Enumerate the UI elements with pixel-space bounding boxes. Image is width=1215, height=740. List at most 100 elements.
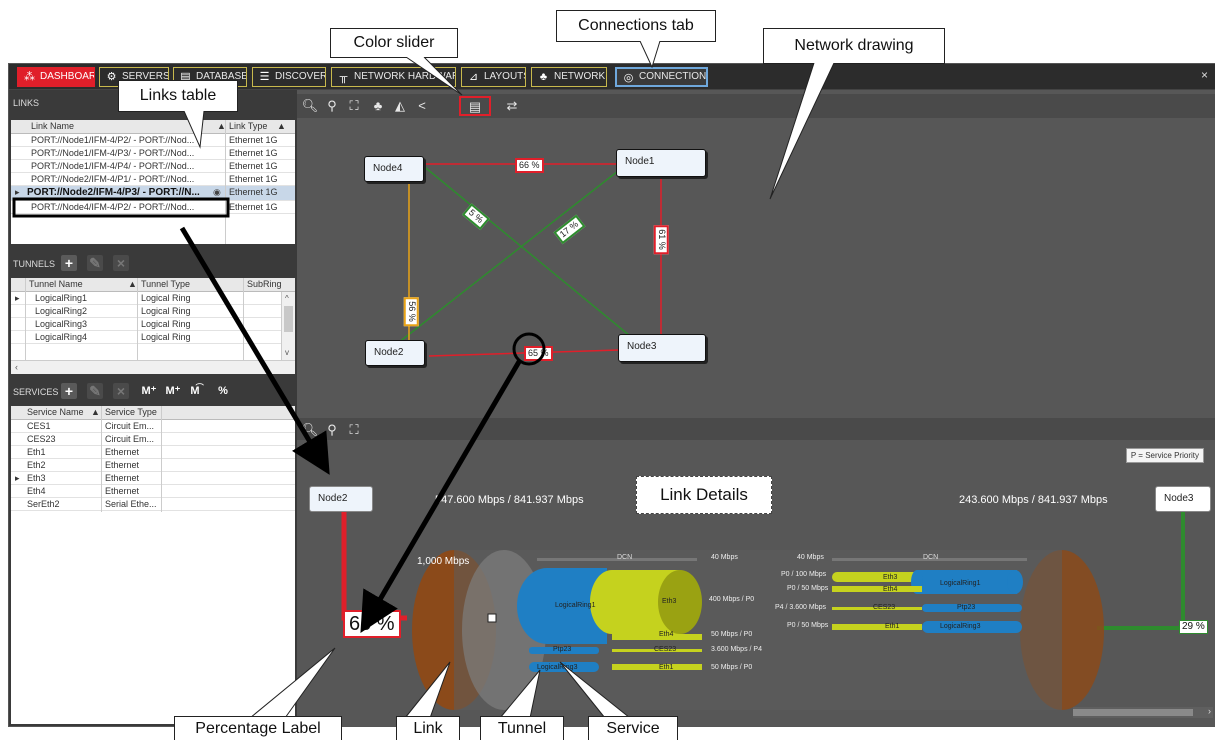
connect-icon[interactable]: ⇄ (503, 97, 521, 115)
callout-color-slider: Color slider (330, 28, 458, 58)
service-rate: P0 / 50 Mbps (787, 622, 829, 629)
col-link-name[interactable]: Link Name (31, 121, 74, 131)
table-row[interactable]: Eth2 Ethernet (11, 459, 295, 472)
zoom-in-icon[interactable]: 🔍︎ (301, 421, 319, 439)
service-rate: P0 / 50 Mbps (787, 585, 829, 592)
multi-edit-icon[interactable]: M⁺ (165, 383, 181, 399)
network-drawing[interactable]: Node4 Node1 Node2 Node3 66 % 5 % 17 % 61… (297, 118, 1215, 414)
tunnels-table[interactable]: Tunnel Name ▲ Tunnel Type SubRing ▸ Logic… (11, 278, 295, 374)
col-link-type[interactable]: Link Type (229, 121, 267, 131)
edit-tunnel-button[interactable]: ✎ (87, 255, 103, 271)
details-toolbar: 🔍︎ ⚲ ⛶ (297, 418, 1215, 440)
share-icon[interactable]: % (215, 383, 231, 399)
service-name-cell: Eth1 (27, 447, 46, 457)
service-name-cell: CES1 (27, 421, 51, 431)
node-1[interactable]: Node1 (616, 149, 706, 177)
fit-screen-icon[interactable]: ⛶ (345, 421, 363, 439)
links-table[interactable]: Link Name ▲ Link Type ▲ PORT://Node1/IFM… (11, 120, 295, 244)
table-row-selected[interactable]: ▸ PORT://Node2/IFM-4/P3/ - PORT://N... ◉… (11, 186, 295, 201)
table-row[interactable]: PORT://Node1/IFM-4/P2/ - PORT://Nod... Et… (11, 134, 295, 147)
color-slider-button[interactable]: ▤ (459, 96, 491, 116)
zoom-in-icon[interactable]: 🔍︎ (301, 97, 319, 115)
multi-add-icon[interactable]: M⁺ (141, 383, 157, 399)
service-label: Eth1 (885, 623, 900, 630)
table-row[interactable]: CES23 Circuit Em... (11, 433, 295, 446)
scroll-thumb[interactable] (284, 306, 293, 332)
table-row[interactable]: ▸ LogicalRing1 Logical Ring (11, 292, 295, 305)
table-row[interactable]: ▸ Eth3 Ethernet (11, 472, 295, 485)
nav-dashboard[interactable]: ⁂ DASHBOARD (17, 67, 95, 87)
table-row[interactable]: LogicalRing4 Logical Ring (11, 331, 295, 344)
link-name-cell: PORT://Node4/IFM-4/P2/ - PORT://Nod... (31, 202, 195, 212)
col-tunnel-type[interactable]: Tunnel Type (141, 279, 190, 289)
col-service-type[interactable]: Service Type (105, 407, 157, 417)
links-title: LINKS (13, 98, 40, 108)
fit-screen-icon[interactable]: ⛶ (345, 97, 363, 115)
add-service-button[interactable]: + (61, 383, 77, 399)
table-row[interactable]: Eth4 Ethernet (11, 485, 295, 498)
table-row[interactable]: LogicalRing3 Logical Ring (11, 318, 295, 331)
col-service-name[interactable]: Service Name (27, 407, 84, 417)
service-name-cell: Eth3 (27, 473, 46, 483)
scroll-down-icon[interactable]: v (285, 348, 289, 357)
horizontal-scrollbar[interactable]: ‹ (11, 360, 295, 374)
link-percent-label[interactable]: 66 % (515, 158, 544, 173)
table-row[interactable]: PORT://Node1/IFM-4/P4/ - PORT://Nod... Et… (11, 160, 295, 173)
eye-icon[interactable]: ◉ (213, 187, 221, 198)
nav-network[interactable]: ♣ NETWORK (531, 67, 607, 87)
share-icon[interactable]: < (413, 97, 431, 115)
table-row[interactable]: CES1 Circuit Em... (11, 420, 295, 433)
details-horizontal-scrollbar[interactable]: › (1073, 706, 1213, 718)
table-row[interactable]: PORT://Node1/IFM-4/P3/ - PORT://Nod... Et… (11, 147, 295, 160)
table-row[interactable]: PORT://Node2/IFM-4/P1/ - PORT://Nod... Et… (11, 173, 295, 186)
left-percentage-label[interactable]: 65 % (343, 610, 401, 638)
node-3[interactable]: Node3 (618, 334, 706, 362)
callout-link-details: Link Details (636, 476, 772, 514)
callout-tunnel: Tunnel (480, 716, 564, 740)
multi-transfer-icon[interactable]: M͡ (187, 383, 203, 399)
zoom-out-icon[interactable]: ⚲ (323, 97, 341, 115)
tunnel-label: Ptp23 (957, 604, 976, 611)
col-tunnel-name[interactable]: Tunnel Name (29, 279, 83, 289)
vertical-scrollbar[interactable]: ^ v (281, 292, 295, 360)
delete-service-button[interactable]: × (113, 383, 129, 399)
image-icon[interactable]: ◭ (391, 97, 409, 115)
zoom-out-icon[interactable]: ⚲ (323, 421, 341, 439)
scroll-up-icon[interactable]: ^ (285, 294, 289, 303)
node-2[interactable]: Node2 (365, 340, 425, 366)
right-percentage-label[interactable]: 29 % (1179, 620, 1208, 634)
service-rate: P4 / 3.600 Mbps (775, 604, 826, 611)
service-name-cell: Eth4 (27, 486, 46, 496)
col-subring[interactable]: SubRing (247, 279, 282, 289)
link-type-cell: Ethernet 1G (229, 187, 278, 197)
nav-discovery[interactable]: ☰ DISCOVERY (252, 67, 326, 87)
column-divider (101, 406, 102, 512)
node-4[interactable]: Node4 (364, 156, 424, 182)
link-type-cell: Ethernet 1G (229, 148, 278, 158)
table-row[interactable]: Eth1 Ethernet (11, 446, 295, 459)
hierarchy-icon[interactable]: ♣ (369, 97, 387, 115)
tunnel-name-cell: LogicalRing2 (35, 306, 88, 316)
scroll-right-icon[interactable]: › (1208, 706, 1211, 716)
tunnels-table-header: Tunnel Name ▲ Tunnel Type SubRing (11, 278, 295, 292)
tunnel-type-cell: Logical Ring (141, 319, 191, 329)
link-percent-label[interactable]: 65 % (524, 346, 553, 361)
link-type-cell: Ethernet 1G (229, 174, 278, 184)
close-icon[interactable]: × (1201, 68, 1208, 82)
delete-tunnel-button[interactable]: × (113, 255, 129, 271)
edit-service-button[interactable]: ✎ (87, 383, 103, 399)
column-divider (25, 278, 26, 360)
scroll-left-icon[interactable]: ‹ (15, 362, 18, 372)
table-row[interactable]: LogicalRing2 Logical Ring (11, 305, 295, 318)
add-tunnel-button[interactable]: + (61, 255, 77, 271)
nav-connections-label: CONNECTIONS (639, 71, 708, 82)
network-icon: ♣ (539, 71, 548, 83)
link-percent-label[interactable]: 61 % (653, 225, 669, 254)
service-label: DCN (923, 554, 939, 561)
table-row[interactable]: SerEth2 Serial Ethe... (11, 498, 295, 511)
tunnel-label: LogicalRing3 (940, 623, 981, 630)
services-title: SERVICES (13, 387, 59, 397)
scroll-thumb[interactable] (1073, 709, 1193, 716)
table-row[interactable]: PORT://Node4/IFM-4/P2/ - PORT://Nod... Et… (11, 201, 295, 214)
link-percent-label[interactable]: 56 % (403, 297, 419, 326)
